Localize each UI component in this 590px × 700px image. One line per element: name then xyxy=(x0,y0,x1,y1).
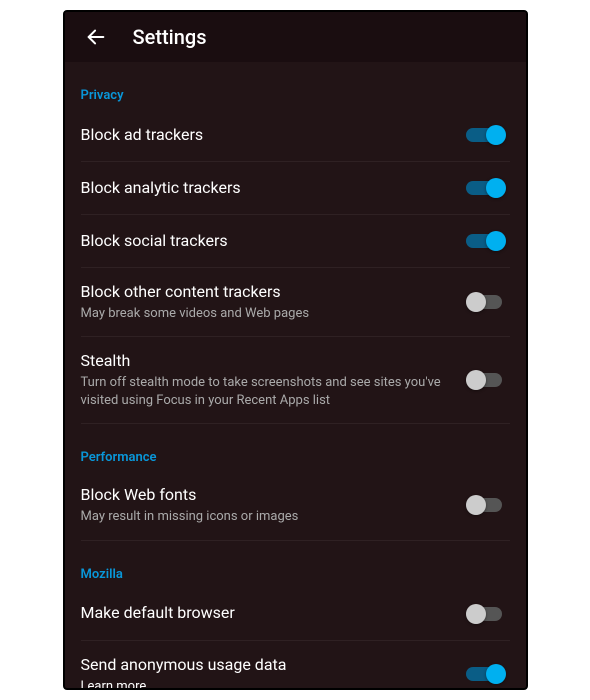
toggle-make-default-browser[interactable] xyxy=(466,602,510,626)
settings-screen: Settings Privacy Block ad trackers Block… xyxy=(63,10,528,690)
row-make-default-browser[interactable]: Make default browser xyxy=(81,588,510,641)
row-text: Block other content trackers May break s… xyxy=(81,282,466,322)
row-title: Block social trackers xyxy=(81,231,450,252)
row-stealth[interactable]: Stealth Turn off stealth mode to take sc… xyxy=(81,337,510,424)
row-text: Block Web fonts May result in missing ic… xyxy=(81,485,466,525)
row-text: Make default browser xyxy=(81,603,466,624)
row-text: Block ad trackers xyxy=(81,125,466,146)
row-block-analytic-trackers[interactable]: Block analytic trackers xyxy=(81,162,510,215)
row-block-other-content-trackers[interactable]: Block other content trackers May break s… xyxy=(81,268,510,337)
toggle-block-other-content-trackers[interactable] xyxy=(466,290,510,314)
page-title: Settings xyxy=(133,25,207,49)
toggle-block-social-trackers[interactable] xyxy=(466,229,510,253)
section-header-performance: Performance xyxy=(81,450,510,465)
row-send-anonymous-usage-data[interactable]: Send anonymous usage data Learn more xyxy=(81,641,510,688)
row-block-social-trackers[interactable]: Block social trackers xyxy=(81,215,510,268)
row-block-ad-trackers[interactable]: Block ad trackers xyxy=(81,109,510,162)
toggle-block-ad-trackers[interactable] xyxy=(466,123,510,147)
row-subtitle: Turn off stealth mode to take screenshot… xyxy=(81,374,450,409)
row-subtitle: May result in missing icons or images xyxy=(81,508,450,526)
row-title: Stealth xyxy=(81,351,450,372)
row-text: Send anonymous usage data Learn more xyxy=(81,655,466,688)
toggle-stealth[interactable] xyxy=(466,368,510,392)
header: Settings xyxy=(65,12,526,62)
row-block-web-fonts[interactable]: Block Web fonts May result in missing ic… xyxy=(81,471,510,540)
back-arrow-icon xyxy=(85,26,107,48)
row-text: Stealth Turn off stealth mode to take sc… xyxy=(81,351,466,409)
row-title: Block Web fonts xyxy=(81,485,450,506)
toggle-send-anonymous-usage-data[interactable] xyxy=(466,662,510,686)
learn-more-link[interactable]: Learn more xyxy=(81,679,147,688)
toggle-block-web-fonts[interactable] xyxy=(466,493,510,517)
section-header-privacy: Privacy xyxy=(81,88,510,103)
row-title: Block other content trackers xyxy=(81,282,450,303)
row-title: Make default browser xyxy=(81,603,450,624)
section-header-mozilla: Mozilla xyxy=(81,567,510,582)
row-text: Block social trackers xyxy=(81,231,466,252)
back-button[interactable] xyxy=(79,20,113,54)
toggle-block-analytic-trackers[interactable] xyxy=(466,176,510,200)
row-title: Block analytic trackers xyxy=(81,178,450,199)
row-title: Send anonymous usage data xyxy=(81,655,450,676)
content: Privacy Block ad trackers Block analytic… xyxy=(65,62,526,688)
row-text: Block analytic trackers xyxy=(81,178,466,199)
row-subtitle: May break some videos and Web pages xyxy=(81,305,450,323)
row-title: Block ad trackers xyxy=(81,125,450,146)
